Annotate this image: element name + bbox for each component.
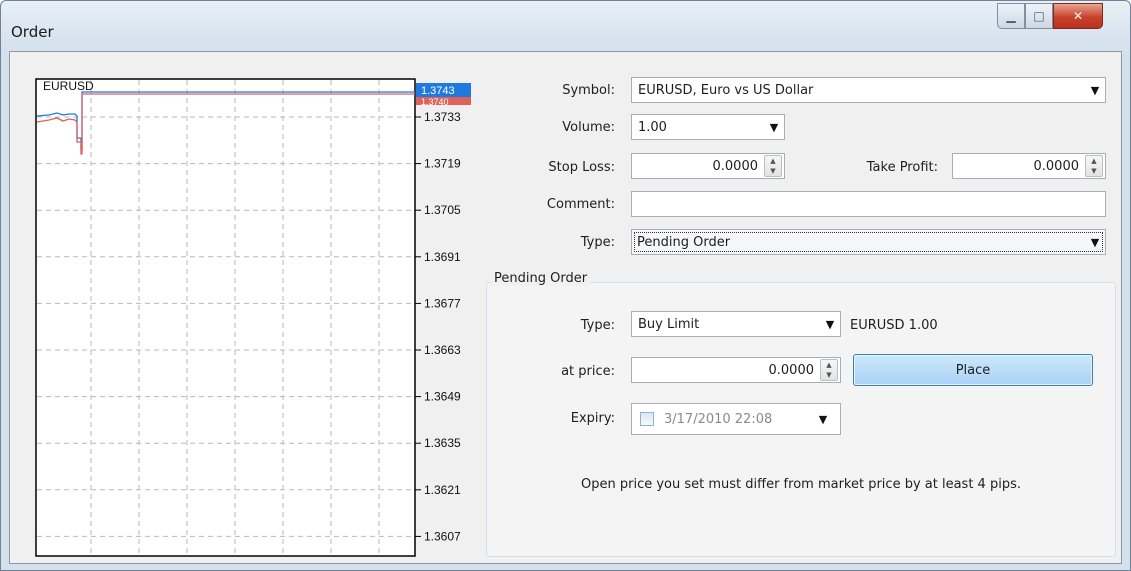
pending-type-select[interactable]: Buy Limit ▼ (631, 311, 841, 337)
chevron-down-icon: ▼ (825, 317, 835, 331)
volume-select[interactable]: 1.00 ▼ (631, 114, 785, 140)
chevron-down-icon: ▼ (818, 412, 828, 426)
comment-input[interactable] (631, 191, 1106, 217)
stoploss-spinner[interactable]: ▲ ▼ (764, 155, 782, 177)
volume-label: Volume: (562, 120, 615, 135)
spin-down-icon[interactable]: ▼ (821, 370, 837, 380)
symbol-value: EURUSD, Euro vs US Dollar (638, 82, 814, 98)
price-label: 1.3663 (424, 343, 461, 357)
maximize-icon: □ (1033, 9, 1045, 23)
order-type-select[interactable]: Pending Order ▼ (631, 229, 1106, 255)
place-button[interactable]: Place (853, 354, 1093, 386)
spin-down-icon[interactable]: ▼ (1086, 166, 1102, 176)
chart-symbol: EURUSD (43, 79, 94, 93)
symbol-select[interactable]: EURUSD, Euro vs US Dollar ▼ (631, 77, 1106, 103)
expiry-picker[interactable]: 3/17/2010 22:08 ▼ (631, 403, 841, 435)
minimize-icon: ▁ (1006, 9, 1016, 23)
pending-type-label: Type: (580, 318, 615, 333)
stoploss-label: Stop Loss: (548, 160, 615, 175)
price-field[interactable]: 0.0000 ▲ ▼ (631, 357, 841, 383)
title-bar[interactable]: Order ▁ □ ✕ (1, 1, 1130, 51)
comment-label: Comment: (546, 197, 615, 212)
order-type-value: Pending Order (637, 234, 731, 250)
takeprofit-spinner[interactable]: ▲ ▼ (1085, 155, 1103, 177)
expiry-value: 3/17/2010 22:08 (664, 411, 773, 427)
window-title: Order (11, 23, 54, 41)
bid-price: 1.3740 (421, 97, 449, 107)
type-label: Type: (580, 235, 615, 250)
price-spinner[interactable]: ▲ ▼ (820, 359, 838, 381)
price-label: 1.3705 (424, 203, 461, 217)
close-icon: ✕ (1072, 9, 1084, 23)
maximize-button[interactable]: □ (1025, 3, 1053, 29)
spin-up-icon[interactable]: ▲ (765, 156, 781, 166)
chevron-down-icon: ▼ (1090, 235, 1100, 249)
chevron-down-icon: ▼ (1090, 83, 1100, 97)
dialog-body: EURUSD 1.3733 1.3719 1.3705 1.3691 1.3677 1.3… (9, 51, 1122, 564)
price-label: 1.3607 (424, 529, 461, 543)
price-label: 1.3691 (424, 250, 461, 264)
pending-note: Open price you set must differ from mark… (581, 477, 1021, 492)
close-button[interactable]: ✕ (1053, 3, 1103, 29)
chart-plot-area (35, 78, 416, 557)
ask-price: 1.3743 (421, 85, 455, 97)
order-window: Order ▁ □ ✕ EURUSD 1.3733 1.3719 1.3705 1.3… (0, 0, 1131, 571)
price-label: 1.3733 (424, 110, 461, 124)
price-label: 1.3649 (424, 390, 461, 404)
price-label: 1.3677 (424, 296, 461, 310)
spin-up-icon[interactable]: ▲ (1086, 156, 1102, 166)
stoploss-value: 0.0000 (712, 158, 759, 174)
symbol-label: Symbol: (562, 83, 615, 98)
takeprofit-value: 0.0000 (1033, 158, 1080, 174)
takeprofit-field[interactable]: 0.0000 ▲ ▼ (952, 153, 1106, 179)
expiry-checkbox[interactable] (640, 412, 654, 426)
stoploss-field[interactable]: 0.0000 ▲ ▼ (631, 153, 785, 179)
chevron-down-icon: ▼ (769, 120, 779, 134)
spin-down-icon[interactable]: ▼ (765, 166, 781, 176)
pending-order-title: Pending Order (491, 271, 591, 286)
price-label: at price: (561, 364, 615, 379)
volume-value: 1.00 (638, 119, 667, 135)
price-axis: 1.3733 1.3719 1.3705 1.3691 1.3677 1.3663 1.36… (415, 110, 461, 543)
pending-type-summary: EURUSD 1.00 (850, 318, 938, 333)
pending-type-value: Buy Limit (638, 316, 700, 332)
minimize-button[interactable]: ▁ (997, 3, 1025, 29)
price-label: 1.3635 (424, 436, 461, 450)
takeprofit-label: Take Profit: (866, 160, 938, 175)
chart-svg: EURUSD 1.37331.37191.37051.36911.36771.3… (35, 78, 471, 557)
price-label: 1.3719 (424, 157, 461, 171)
price-chart: EURUSD 1.3733 1.3719 1.3705 1.3691 1.3677 1.3… (35, 78, 485, 558)
price-value: 0.0000 (768, 362, 815, 378)
spin-up-icon[interactable]: ▲ (821, 360, 837, 370)
expiry-label: Expiry: (570, 411, 615, 426)
price-label: 1.3621 (424, 483, 461, 497)
